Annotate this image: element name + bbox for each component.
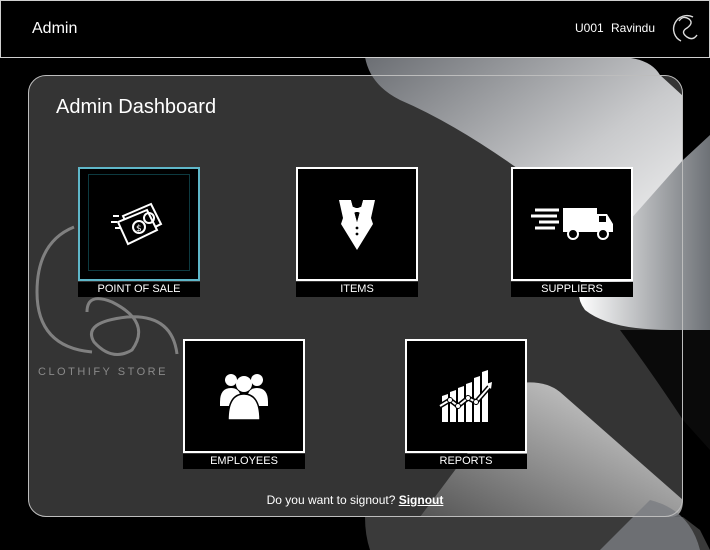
money-icon: $ [111, 202, 163, 246]
tile-label: REPORTS [405, 454, 527, 469]
tile-label: POINT OF SALE [78, 282, 200, 297]
reports-tile[interactable]: REPORTS [405, 339, 527, 469]
suppliers-tile[interactable]: SUPPLIERS [511, 167, 633, 297]
delivery-truck-icon [531, 208, 613, 240]
tile-label: SUPPLIERS [511, 282, 633, 297]
user-id: U001 [575, 21, 604, 35]
clothify-logo-icon [672, 14, 698, 42]
tuxedo-icon [339, 198, 375, 250]
tile-label: EMPLOYEES [183, 454, 305, 469]
growth-chart-icon [438, 370, 492, 422]
employees-tile[interactable]: EMPLOYEES [183, 339, 305, 469]
signout-prompt: Do you want to signout? [266, 493, 396, 507]
people-group-icon [220, 374, 268, 421]
svg-text:$: $ [136, 224, 142, 234]
watermark-text: CLOTHIFY STORE [38, 366, 168, 378]
items-tile[interactable]: ITEMS [296, 167, 418, 297]
user-name: Ravindu [611, 21, 656, 35]
point-of-sale-tile[interactable]: $ POINT OF SALE [78, 167, 200, 297]
tile-label: ITEMS [296, 282, 418, 297]
app-title: Admin [32, 20, 78, 37]
page-title: Admin Dashboard [56, 96, 217, 118]
top-bar: Admin U001 Ravindu [0, 0, 710, 58]
signout-row: Do you want to signout? Signout [0, 493, 710, 507]
signout-link[interactable]: Signout [399, 493, 444, 507]
